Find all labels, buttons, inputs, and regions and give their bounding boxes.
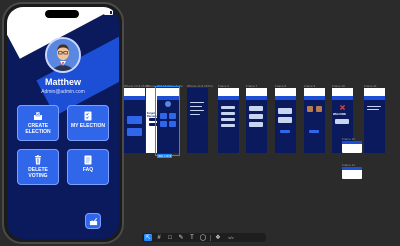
move-tool-icon: ⇱ [145,235,151,241]
my-election-button[interactable]: MY ELECTION [67,105,109,141]
component-tool-button[interactable]: ❖ [214,234,222,241]
frame-element [278,108,292,114]
frame-element [249,122,263,127]
pen-tool-icon: ✎ [178,235,184,241]
candidate-photo [307,106,313,112]
wifi-icon: ◠ [97,9,102,15]
faq-list-icon [84,155,92,165]
app-screen: 9:41 ◠ Matthew Admin@admin.com CREATE EL… [7,7,119,239]
frame-element [190,106,202,107]
phone-mockup: 9:41 ◠ Matthew Admin@admin.com CREATE EL… [2,2,124,244]
frame-thumbnail[interactable] [187,88,208,153]
frame-element [190,114,200,115]
frame-element [221,124,235,127]
card-thumbnail[interactable] [342,141,362,153]
frame-element [190,110,204,111]
vote-icon [89,217,97,225]
component-tool-icon: ❖ [215,235,221,241]
comment-tool-icon: ◯ [199,235,207,241]
faq-label: FAQ [82,167,94,173]
delete-voting-button[interactable]: DELETE VOTING [17,149,59,185]
rectangle-tool-button[interactable]: □ [166,234,174,241]
frame-tool-button[interactable]: # [155,234,163,241]
faq-button[interactable]: FAQ [67,149,109,185]
comment-tool-button[interactable]: ◯ [199,234,207,241]
checklist-icon [84,111,92,121]
user-avatar-icon [47,39,79,71]
frame-header-accent [364,96,385,100]
card-header [342,167,362,170]
selection-size-tag: 402 × 874 [157,154,173,158]
user-name: Matthew [45,77,81,87]
toolbar-divider [210,234,211,241]
card-header [342,141,362,144]
frame-element [309,130,319,133]
frame-title: WELCOME [333,113,347,116]
frame-element [280,130,290,133]
frame-header-accent [304,96,325,100]
my-election-label: MY ELECTION [70,123,106,129]
create-election-label: CREATE ELECTION [25,123,51,135]
frame-thumbnail[interactable] [275,88,296,153]
frame-element [367,109,379,110]
frame-element [190,102,204,103]
frame-element [221,112,235,115]
frame-element [249,106,263,111]
frame-thumbnail[interactable] [364,88,385,153]
frame-element [127,116,142,124]
pen-tool-button[interactable]: ✎ [177,234,185,241]
user-email: Admin@admin.com [41,89,85,95]
status-time: 9:41 [15,11,26,17]
create-election-button[interactable]: CREATE ELECTION [17,105,59,141]
menu-icon[interactable] [20,31,26,36]
dev-mode-icon: </> [228,235,234,240]
frame-element [335,119,349,124]
frame-header-accent [124,96,145,100]
vote-fab-button[interactable] [85,213,101,229]
frame-thumbnail[interactable] [246,88,267,153]
ballot-box-icon [34,111,42,120]
frame-header-accent [218,96,239,100]
battery-icon [104,10,113,15]
frame-thumbnail[interactable] [124,88,145,153]
frame-element [367,106,381,107]
frame-tool-icon: # [157,234,161,241]
dynamic-island [45,10,79,18]
text-tool-icon: T [190,234,194,241]
dev-mode-toggle[interactable]: </> [225,234,237,241]
status-bar: 9:41 ◠ [7,7,119,19]
avatar [45,37,81,73]
frame-element [127,128,142,136]
text-tool-button[interactable]: T [188,234,196,241]
close-icon [339,104,346,111]
rectangle-tool-icon: □ [168,234,172,241]
signal-icon [89,10,96,15]
selection-outline [155,86,180,156]
bottom-toolbar: ⇱ # □ ✎ T ◯ ❖ </> [142,233,266,242]
frame-thumbnail[interactable] [304,88,325,153]
frame-element [278,117,292,123]
frame-element [249,114,263,119]
frame-header-accent [332,96,353,100]
frame-header-accent [275,96,296,100]
frame-thumbnail[interactable] [218,88,239,153]
card-thumbnail[interactable] [342,167,362,179]
frame-element [221,118,235,121]
candidate-photo [316,106,322,112]
delete-voting-label: DELETE VOTING [28,167,48,179]
status-icons: ◠ [89,9,113,15]
trash-icon [35,155,41,165]
frame-element [221,106,235,109]
move-tool-button[interactable]: ⇱ [144,234,152,241]
frame-header-accent [246,96,267,100]
